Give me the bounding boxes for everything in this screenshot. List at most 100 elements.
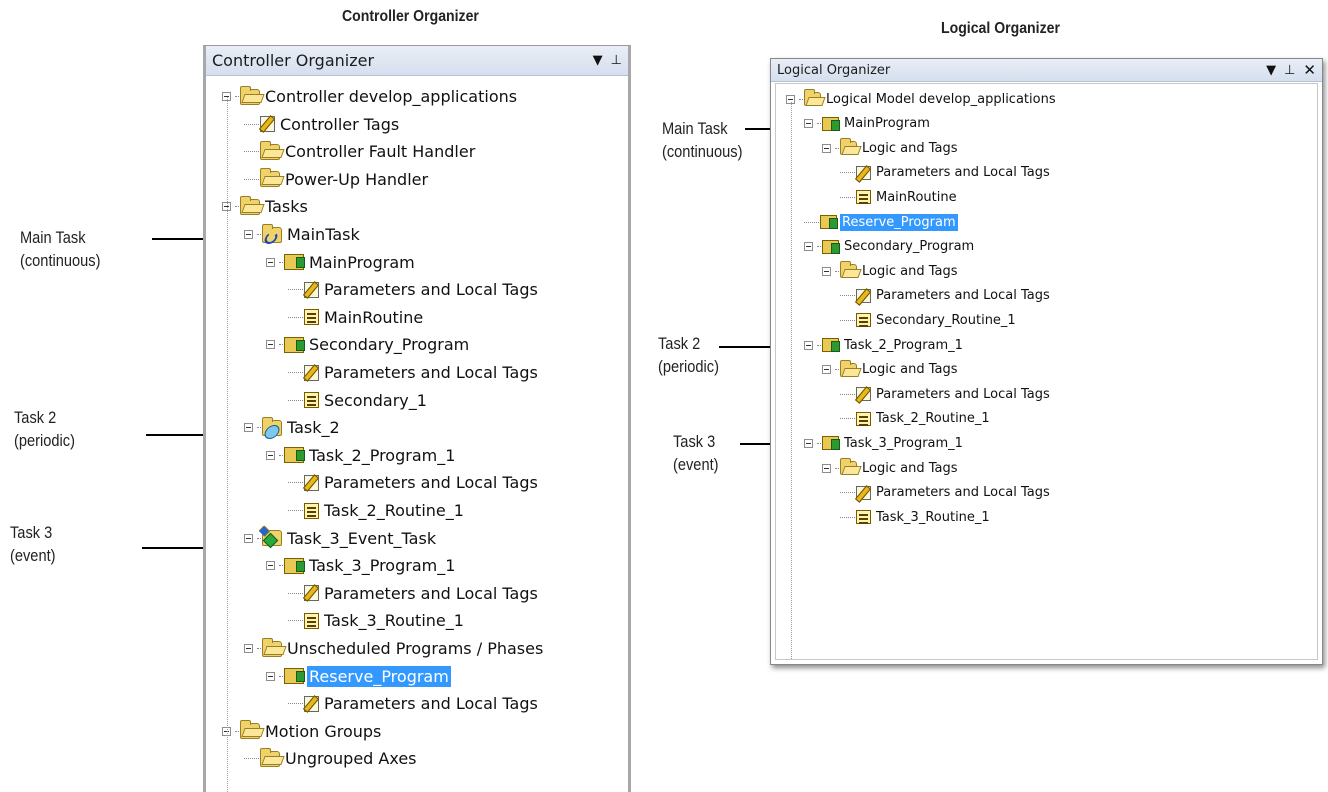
tree-item[interactable]: Controller Tags: [244, 111, 401, 138]
tree-connector: [817, 246, 821, 248]
tree-item[interactable]: Task_2: [244, 414, 342, 441]
tree-connector: [835, 467, 839, 469]
collapse-toggle-icon[interactable]: [266, 450, 275, 460]
tree-connector: [235, 96, 239, 97]
program-icon: [822, 116, 840, 131]
tree-item[interactable]: Secondary_Routine_1: [840, 309, 1018, 331]
tree-item[interactable]: Parameters and Local Tags: [840, 162, 1052, 184]
tree-item[interactable]: Power-Up Handler: [244, 166, 430, 193]
collapse-toggle-icon[interactable]: [266, 671, 275, 681]
collapse-toggle-icon[interactable]: [266, 561, 275, 571]
collapse-toggle-icon[interactable]: [266, 340, 275, 350]
collapse-toggle-icon[interactable]: [822, 266, 831, 276]
tree-item[interactable]: Task_2_Routine_1: [840, 408, 992, 430]
tree-item[interactable]: Parameters and Local Tags: [288, 690, 540, 717]
collapse-toggle-icon[interactable]: [244, 644, 253, 653]
tags-icon: [856, 165, 871, 180]
controller-tree[interactable]: Controller develop_applications Controlle…: [206, 77, 628, 792]
tree-item[interactable]: Parameters and Local Tags: [288, 359, 540, 386]
tree-item[interactable]: Task_2_Program_1: [266, 442, 457, 469]
tree-item[interactable]: Task_3_Program_1: [804, 432, 965, 454]
tree-connector: [817, 123, 821, 125]
tree-item[interactable]: MainProgram: [804, 113, 932, 135]
tree-item[interactable]: Reserve_Program: [804, 211, 958, 233]
tags-icon: [304, 281, 319, 298]
folder-icon: [840, 359, 857, 377]
event-task-icon: [262, 530, 282, 547]
collapse-toggle-icon[interactable]: [244, 230, 253, 239]
tree-item[interactable]: Parameters and Local Tags: [840, 285, 1052, 307]
tree-item[interactable]: Task_3_Routine_1: [840, 506, 992, 528]
collapse-toggle-icon[interactable]: [822, 143, 831, 153]
collapse-toggle-icon[interactable]: [266, 257, 275, 267]
tree-item[interactable]: Motion Groups: [222, 718, 383, 745]
tree-item[interactable]: Unscheduled Programs / Phases: [244, 635, 545, 662]
tree-item-label: MainRoutine: [324, 307, 424, 327]
pin-icon[interactable]: ⊥: [1284, 63, 1295, 78]
collapse-toggle-icon[interactable]: [244, 533, 253, 543]
tree-item[interactable]: MainRoutine: [840, 186, 959, 208]
tree-item[interactable]: Parameters and Local Tags: [288, 580, 540, 607]
program-icon: [284, 447, 305, 464]
tree-connector: [279, 454, 283, 456]
tree-connector: [835, 369, 839, 371]
tree-item[interactable]: Parameters and Local Tags: [840, 482, 1052, 504]
tree-item[interactable]: Controller Fault Handler: [244, 138, 477, 165]
tree-item[interactable]: Logic and Tags: [822, 137, 959, 159]
collapse-toggle-icon[interactable]: [804, 340, 813, 350]
annotation-task2-right: Task 2 (periodic): [658, 332, 719, 378]
tree-item-label: Logic and Tags: [862, 460, 958, 476]
tree-item[interactable]: Task_2_Routine_1: [288, 497, 466, 524]
tree-item[interactable]: Controller develop_applications: [222, 83, 519, 110]
routine-icon: [856, 510, 871, 525]
collapse-toggle-icon[interactable]: [804, 438, 813, 448]
tree-item[interactable]: Secondary_Program: [266, 331, 471, 358]
collapse-toggle-icon[interactable]: [804, 242, 813, 252]
tree-item-label: Power-Up Handler: [285, 169, 429, 189]
logical-organizer-titlebar: Logical Organizer ▼ ⊥ ✕: [771, 59, 1322, 82]
tree-item[interactable]: Task_3_Routine_1: [288, 607, 466, 634]
tree-item[interactable]: Parameters and Local Tags: [288, 276, 540, 303]
tree-item[interactable]: MainTask: [244, 221, 362, 248]
annotation-main-task-left: Main Task (continuous): [20, 226, 100, 272]
tags-icon: [856, 485, 871, 500]
close-icon[interactable]: ✕: [1303, 61, 1316, 79]
tree-item-label: Task_2_Program_1: [309, 445, 456, 465]
collapse-toggle-icon[interactable]: [822, 463, 831, 473]
tree-item[interactable]: MainProgram: [266, 249, 417, 276]
tree-item[interactable]: Task_3_Event_Task: [244, 525, 438, 552]
tree-connector: [257, 648, 261, 649]
collapse-toggle-icon[interactable]: [244, 423, 253, 433]
tree-item-label: Parameters and Local Tags: [876, 288, 1050, 304]
tree-item[interactable]: Task_2_Program_1: [804, 334, 965, 356]
tree-item[interactable]: Logic and Tags: [822, 260, 959, 282]
tree-item-label: Parameters and Local Tags: [324, 280, 538, 300]
pin-icon[interactable]: ⊥: [611, 53, 622, 68]
tree-item-label: Parameters and Local Tags: [324, 583, 538, 603]
logical-tree[interactable]: Logical Model develop_applications MainPr…: [775, 83, 1318, 660]
folder-icon: [840, 261, 857, 279]
tree-item[interactable]: Task_3_Program_1: [266, 552, 457, 579]
dropdown-icon[interactable]: ▼: [1266, 63, 1276, 78]
annotation-line: (event): [10, 546, 56, 565]
dropdown-icon[interactable]: ▼: [593, 53, 603, 68]
tree-item[interactable]: Logical Model develop_applications: [786, 88, 1058, 110]
routine-icon: [304, 502, 319, 519]
tree-item[interactable]: Reserve_Program: [266, 663, 451, 690]
tree-item-label: Unscheduled Programs / Phases: [287, 639, 544, 658]
collapse-toggle-icon[interactable]: [804, 119, 813, 129]
tree-item-label: Parameters and Local Tags: [324, 473, 538, 493]
tree-item[interactable]: Parameters and Local Tags: [288, 469, 540, 496]
tree-item[interactable]: Ungrouped Axes: [244, 745, 419, 772]
tree-item[interactable]: Parameters and Local Tags: [840, 383, 1052, 405]
tree-item[interactable]: Secondary_Program: [804, 236, 976, 258]
tree-item[interactable]: Secondary_1: [288, 387, 429, 414]
tree-item[interactable]: Logic and Tags: [822, 359, 959, 381]
controller-organizer-panel: Controller Organizer ▼ ⊥ Controller deve…: [203, 45, 631, 792]
collapse-toggle-icon[interactable]: [822, 365, 831, 375]
tree-item[interactable]: Logic and Tags: [822, 457, 959, 479]
tree-item[interactable]: MainRoutine: [288, 304, 425, 331]
annotation-line: (periodic): [658, 357, 719, 376]
tree-item[interactable]: Tasks: [222, 193, 310, 220]
folder-icon: [240, 720, 260, 740]
